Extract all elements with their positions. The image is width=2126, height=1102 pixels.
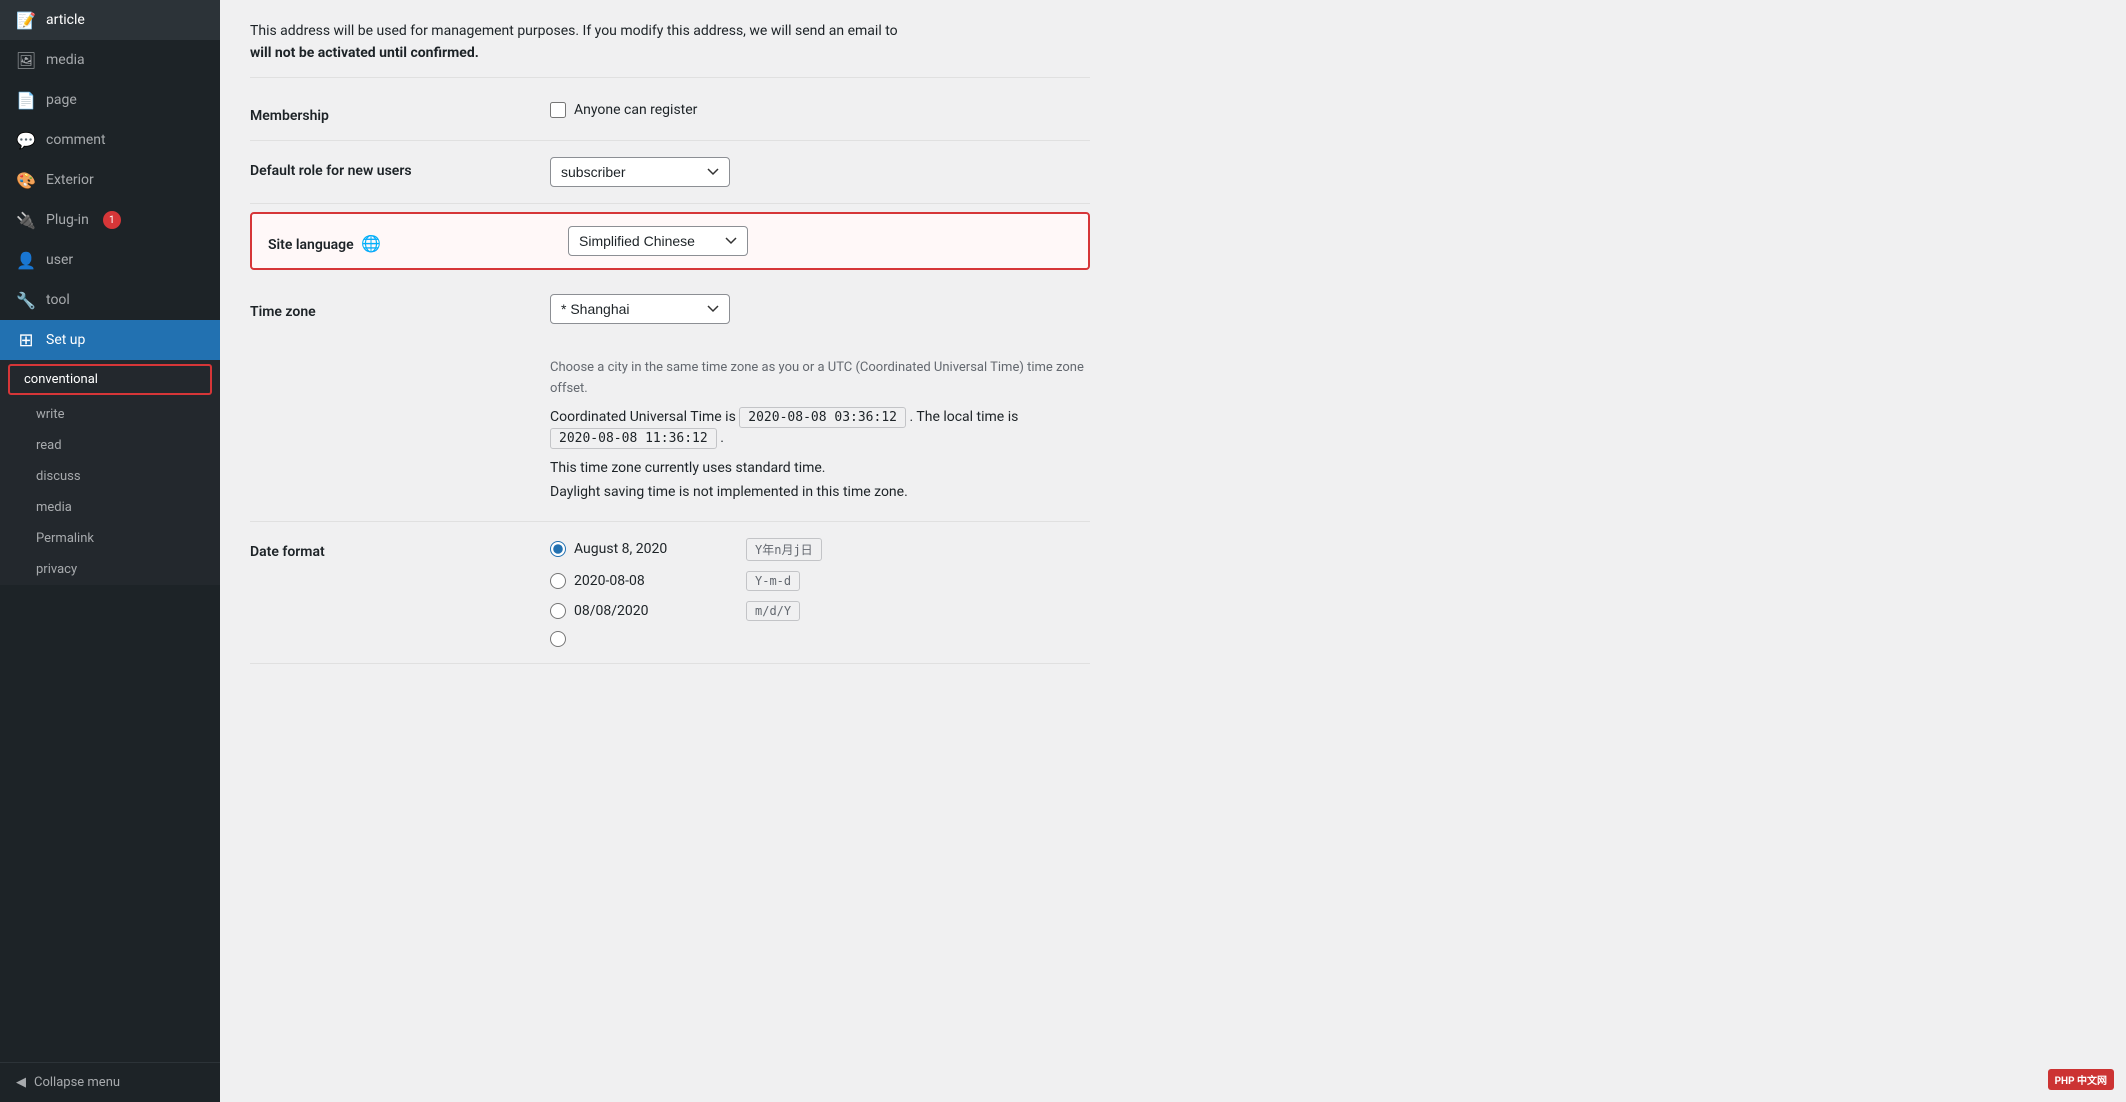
sidebar-item-setup[interactable]: ⊞ Set up — [0, 320, 220, 360]
membership-checkbox[interactable] — [550, 102, 566, 118]
date-format-radio-2[interactable] — [550, 573, 566, 589]
exterior-icon: 🎨 — [16, 170, 36, 190]
tool-icon: 🔧 — [16, 290, 36, 310]
membership-checkbox-label[interactable]: Anyone can register — [550, 102, 1090, 118]
site-language-highlighted-row: Site language 🌐 Simplified Chinese Engli… — [250, 212, 1090, 270]
sidebar: 📝 article 🖼 media 📄 page 💬 comment 🎨 Ext… — [0, 0, 220, 1102]
settings-area: This address will be used for management… — [220, 0, 1120, 684]
date-format-radio-1[interactable] — [550, 541, 566, 557]
date-format-code-3: m/d/Y — [746, 601, 800, 621]
date-format-row-3: 08/08/2020 m/d/Y — [550, 601, 1090, 621]
membership-label: Membership — [250, 102, 530, 124]
user-icon: 👤 — [16, 250, 36, 270]
site-language-value: Simplified Chinese English Traditional C… — [568, 226, 1072, 256]
submenu-write[interactable]: write — [0, 399, 220, 430]
membership-checkbox-text: Anyone can register — [574, 102, 697, 118]
membership-row: Membership Anyone can register — [250, 86, 1090, 141]
submenu-read[interactable]: read — [0, 430, 220, 461]
date-format-row-2: 2020-08-08 Y-m-d — [550, 571, 1090, 591]
plugin-icon: 🔌 — [16, 210, 36, 230]
setup-submenu: conventional write read discuss media Pe… — [0, 360, 220, 585]
translate-icon: 🌐 — [361, 234, 381, 253]
timezone-utc-line: Coordinated Universal Time is 2020-08-08… — [550, 407, 1090, 449]
timezone-description: Choose a city in the same time zone as y… — [550, 358, 1090, 400]
plugin-badge: 1 — [103, 211, 121, 229]
article-icon: 📝 — [16, 10, 36, 30]
date-format-label: Date format — [250, 538, 530, 560]
sidebar-item-label: user — [46, 252, 73, 268]
date-format-radio-4[interactable] — [550, 631, 566, 647]
date-format-radio-3[interactable] — [550, 603, 566, 619]
sidebar-item-label: media — [46, 52, 85, 68]
timezone-notes: This time zone currently uses standard t… — [550, 457, 1090, 505]
default-role-row: Default role for new users subscriber co… — [250, 141, 1090, 204]
date-format-label-2[interactable]: 2020-08-08 — [550, 573, 730, 589]
collapse-arrow-icon: ◀ — [16, 1075, 26, 1090]
date-format-label-4[interactable] — [550, 631, 730, 647]
sidebar-item-label: Exterior — [46, 172, 94, 188]
media-icon: 🖼 — [16, 50, 36, 70]
date-format-options: August 8, 2020 Y年n月j日 2020-08-08 Y-m-d — [550, 538, 1090, 647]
default-role-value: subscriber contributor author editor adm… — [550, 157, 1090, 187]
setup-icon: ⊞ — [16, 330, 36, 350]
sidebar-item-tool[interactable]: 🔧 tool — [0, 280, 220, 320]
date-format-code-2: Y-m-d — [746, 571, 800, 591]
sidebar-item-page[interactable]: 📄 page — [0, 80, 220, 120]
comment-icon: 💬 — [16, 130, 36, 150]
default-role-label: Default role for new users — [250, 157, 530, 179]
sidebar-item-comment[interactable]: 💬 comment — [0, 120, 220, 160]
date-format-code-1: Y年n月j日 — [746, 538, 822, 561]
timezone-select[interactable]: * Shanghai UTC UTC+8 America/New_York Eu… — [550, 294, 730, 324]
sidebar-item-user[interactable]: 👤 user — [0, 240, 220, 280]
date-format-label-1[interactable]: August 8, 2020 — [550, 541, 730, 557]
utc-time-display: 2020-08-08 03:36:12 — [739, 407, 906, 428]
collapse-menu-label: Collapse menu — [34, 1075, 120, 1090]
sidebar-item-label: tool — [46, 292, 70, 308]
timezone-row: Time zone * Shanghai UTC UTC+8 America/N… — [250, 278, 1090, 522]
main-content: This address will be used for management… — [220, 0, 2126, 1102]
site-language-select[interactable]: Simplified Chinese English Traditional C… — [568, 226, 748, 256]
sidebar-item-article[interactable]: 📝 article — [0, 0, 220, 40]
submenu-media[interactable]: media — [0, 492, 220, 523]
sidebar-item-exterior[interactable]: 🎨 Exterior — [0, 160, 220, 200]
local-time-display: 2020-08-08 11:36:12 — [550, 428, 717, 449]
default-role-select[interactable]: subscriber contributor author editor adm… — [550, 157, 730, 187]
sidebar-item-label: article — [46, 12, 85, 28]
submenu-conventional[interactable]: conventional — [8, 364, 212, 395]
timezone-value: * Shanghai UTC UTC+8 America/New_York Eu… — [550, 294, 1090, 324]
collapse-menu-button[interactable]: ◀ Collapse menu — [0, 1062, 220, 1102]
site-language-label: Site language 🌐 — [268, 228, 548, 253]
sidebar-item-media[interactable]: 🖼 media — [0, 40, 220, 80]
address-description: This address will be used for management… — [250, 20, 1090, 78]
timezone-label: Time zone — [250, 298, 530, 320]
date-format-row-4 — [550, 631, 1090, 647]
submenu-permalink[interactable]: Permalink — [0, 523, 220, 554]
submenu-discuss[interactable]: discuss — [0, 461, 220, 492]
sidebar-item-label: page — [46, 92, 77, 108]
php-watermark: PHP 中文网 — [2048, 1069, 2114, 1090]
date-format-row: Date format August 8, 2020 Y年n月j日 2020-0… — [250, 522, 1090, 664]
sidebar-item-label: Set up — [46, 332, 85, 348]
submenu-privacy[interactable]: privacy — [0, 554, 220, 585]
date-format-label-3[interactable]: 08/08/2020 — [550, 603, 730, 619]
page-icon: 📄 — [16, 90, 36, 110]
sidebar-item-plugin[interactable]: 🔌 Plug-in 1 — [0, 200, 220, 240]
sidebar-item-label: Plug-in — [46, 212, 89, 228]
sidebar-item-label: comment — [46, 132, 106, 148]
membership-value: Anyone can register — [550, 102, 1090, 118]
date-format-row-1: August 8, 2020 Y年n月j日 — [550, 538, 1090, 561]
